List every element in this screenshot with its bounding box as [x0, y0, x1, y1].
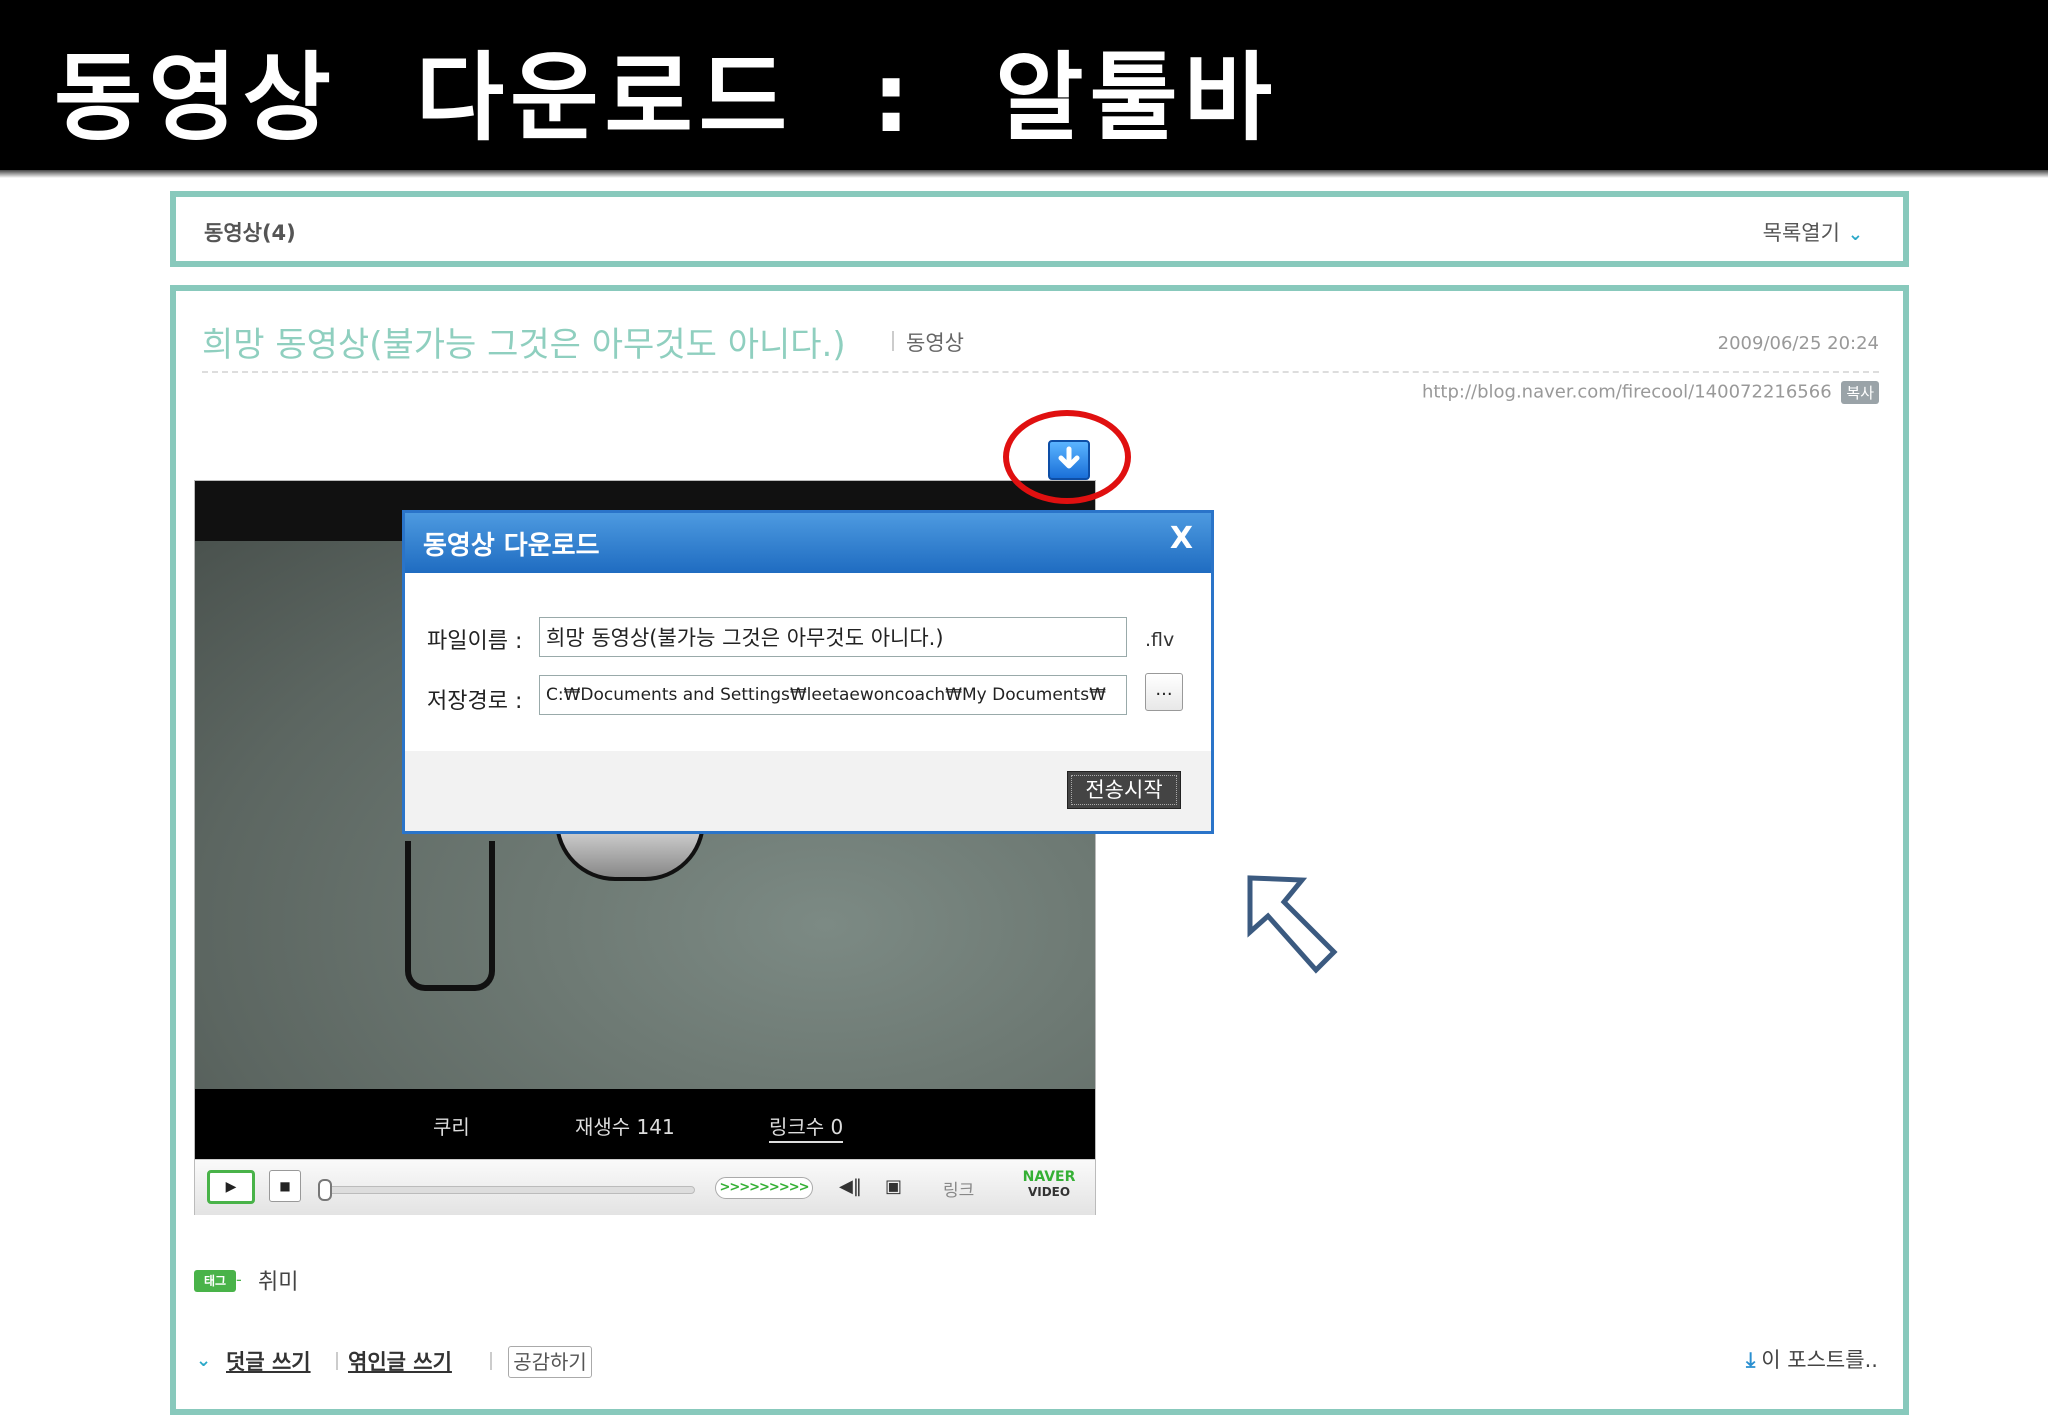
close-icon[interactable]: X [1170, 521, 1193, 556]
video-figure-illustration [405, 841, 495, 991]
copy-url-button[interactable]: 복사 [1841, 381, 1879, 404]
this-post-label: 이 포스트를.. [1761, 1348, 1878, 1372]
slide-title: 동영상 다운로드 : 알툴바 [54, 42, 1279, 154]
write-trackback-link[interactable]: 엮인글 쓰기 [348, 1346, 452, 1376]
pointer-arrow-icon [1247, 875, 1338, 974]
chevron-down-icon: ⌄ [1847, 224, 1863, 245]
this-post-menu[interactable]: ⤓ 이 포스트를.. [1746, 1344, 1878, 1374]
open-list-label: 목록열기 [1762, 221, 1840, 245]
browse-button[interactable]: ... [1145, 673, 1183, 711]
volume-icon[interactable]: ◀‖ [839, 1176, 862, 1197]
dialog-header: 동영상 다운로드 X [405, 513, 1211, 573]
category-label: 동영상(4) [204, 221, 296, 245]
video-stats-bar: 쿠리 재생수 141 링크수 0 [195, 1089, 1095, 1159]
write-comment-link[interactable]: 덧글 쓰기 [226, 1346, 311, 1376]
action-separator [490, 1352, 492, 1370]
dialog-title: 동영상 다운로드 [423, 531, 600, 561]
link-count-label: 링크수 0 [769, 1115, 844, 1143]
video-tag: 쿠리 [433, 1115, 470, 1139]
player-controls: ▶ ■ >>>>>>>>> ◀‖ ▣ 링크 NAVER VIDEO [195, 1159, 1095, 1215]
post-category[interactable]: 동영상 [906, 327, 964, 357]
highlight-circle [1003, 410, 1131, 504]
title-divider [202, 371, 1879, 373]
download-dialog: 동영상 다운로드 X 파일이름 : 희망 동영상(불가능 그것은 아무것도 아니… [402, 510, 1214, 834]
speed-indicator[interactable]: >>>>>>>>> [715, 1177, 813, 1199]
play-icon: ▶ [225, 1179, 237, 1195]
tag-badge: 태그 [194, 1270, 236, 1292]
play-count: 재생수 141 [575, 1115, 675, 1139]
chevron-down-icon[interactable]: ⌄ [196, 1350, 211, 1371]
slide-title-bar: 동영상 다운로드 : 알툴바 [0, 0, 2048, 178]
filename-label: 파일이름 : [427, 629, 523, 654]
tag-connector: - [236, 1270, 242, 1289]
open-list-toggle[interactable]: 목록열기 ⌄ [1763, 217, 1863, 247]
save-path-label: 저장경로 : [427, 689, 523, 714]
save-path-input[interactable]: C:₩Documents and Settings₩leetaewoncoach… [539, 675, 1127, 715]
tag-link[interactable]: 취미 [258, 1264, 298, 1296]
stop-button[interactable]: ■ [269, 1170, 301, 1202]
filename-input[interactable]: 희망 동영상(불가능 그것은 아무것도 아니다.) [539, 617, 1127, 657]
brand-bottom: VIDEO [1027, 1185, 1071, 1199]
file-extension: .flv [1145, 629, 1175, 651]
seek-bar[interactable] [318, 1179, 695, 1201]
naver-video-logo[interactable]: NAVER VIDEO [1013, 1170, 1085, 1200]
seek-handle[interactable] [318, 1179, 332, 1201]
post-url[interactable]: http://blog.naver.com/firecool/140072216… [1422, 382, 1832, 403]
stop-icon: ■ [279, 1179, 291, 1193]
post-date: 2009/06/25 20:24 [1717, 333, 1879, 354]
category-box: 동영상(4) 목록열기 ⌄ [170, 191, 1909, 267]
fullscreen-icon[interactable]: ▣ [885, 1176, 902, 1197]
link-button[interactable]: 링크 [943, 1176, 974, 1201]
like-button[interactable]: 공감하기 [508, 1346, 592, 1378]
play-button[interactable]: ▶ [207, 1170, 255, 1204]
dialog-body: 파일이름 : 희망 동영상(불가능 그것은 아무것도 아니다.) .flv 저장… [405, 573, 1211, 751]
post-url-row: http://blog.naver.com/firecool/140072216… [1422, 381, 1879, 404]
post-title[interactable]: 희망 동영상(불가능 그것은 아무것도 아니다.) [202, 317, 846, 366]
title-separator [892, 331, 894, 351]
brand-top: NAVER [1022, 1169, 1076, 1185]
start-transfer-button[interactable]: 전송시작 [1067, 771, 1181, 809]
action-separator [336, 1352, 338, 1370]
download-small-icon: ⤓ [1746, 1348, 1756, 1372]
link-count[interactable]: 링크수 0 [769, 1111, 844, 1143]
